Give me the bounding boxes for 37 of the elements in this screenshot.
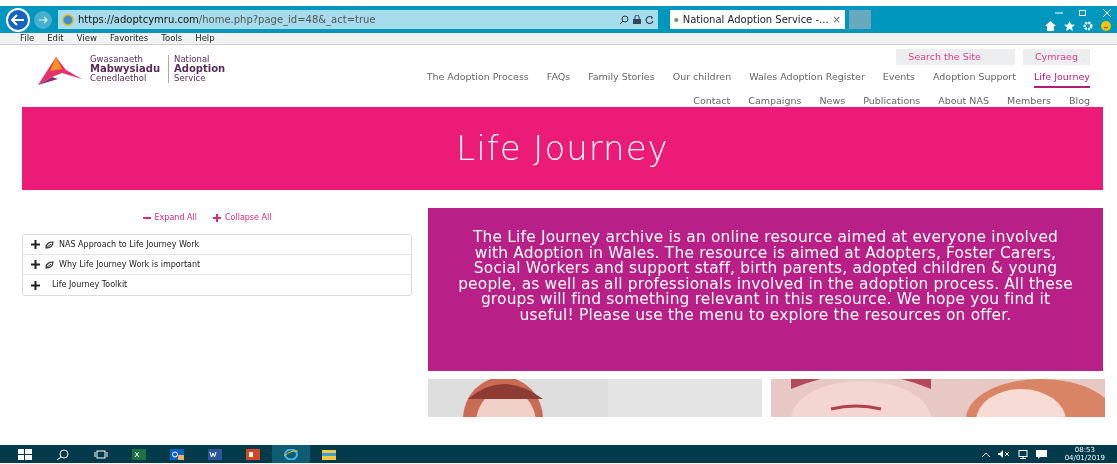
accordion-item[interactable]: Life Journey Toolkit <box>23 275 411 295</box>
nav-link[interactable]: Life Journey <box>1034 70 1090 88</box>
accordion-item[interactable]: Why Life Journey Work is important <box>23 255 411 275</box>
toggle-link[interactable]: Collapse All <box>212 212 272 224</box>
menu-item[interactable]: Favorites <box>109 33 149 44</box>
logo-text: National Adoption Service <box>168 55 226 83</box>
logo-text: Gwasanaeth Mabwysiadu Cenedlaethol <box>90 55 161 83</box>
intro-text: The Life Journey archive is an online resource aimed at everyone involved with Adoption in Wales. The resource is aimed at Adopters, Foster Carers, Social Workers and support staff, birth parents, adopted children & young people, as well as all professionals involved in the adoption process. All these groups will find something relevant in this resource. We hope you find it useful! Please use the menu to explore the resources on offer. <box>428 208 1103 371</box>
page-banner: Life Journey <box>22 107 1103 190</box>
nav-link[interactable]: Contact <box>693 94 731 107</box>
nav-link[interactable]: News <box>819 94 846 107</box>
menu-item[interactable]: Help <box>195 33 215 44</box>
nav-link[interactable]: Our children <box>672 70 732 88</box>
nav-link[interactable]: Members <box>1006 94 1051 107</box>
accordion-item[interactable]: NAS Approach to Life Journey Work <box>23 235 411 255</box>
nav-link[interactable]: Wales Adoption Register <box>749 70 865 88</box>
menu-item[interactable]: File <box>20 33 35 44</box>
tab-title: National Adoption Service -... <box>682 13 829 27</box>
close-tab-button[interactable]: × <box>832 12 841 27</box>
nav-link[interactable]: Publications <box>863 94 921 107</box>
url-text: https://adoptcymru.com/home.php?page_id=48&_act=true <box>78 13 376 27</box>
browser-tab[interactable]: National Adoption Service -... × <box>670 10 845 29</box>
menu-item[interactable]: View <box>76 33 97 44</box>
toggle-link[interactable]: Expand All <box>142 212 197 224</box>
nav-link[interactable]: FAQs <box>546 70 571 88</box>
nav-link[interactable]: Blog <box>1069 94 1090 107</box>
utility-link[interactable]: Cymraeg <box>1022 49 1090 65</box>
nav-link[interactable]: Adoption Support <box>933 70 1016 88</box>
menu-item[interactable]: Edit <box>47 33 64 44</box>
nav-link[interactable]: Campaigns <box>748 94 802 107</box>
menu-item[interactable]: Tools <box>161 33 183 44</box>
utility-link[interactable]: Search the Site <box>896 49 1015 65</box>
nav-link[interactable]: About NAS <box>938 94 989 107</box>
nav-link[interactable]: The Adoption Process <box>426 70 529 88</box>
nav-link[interactable]: Events <box>882 70 915 88</box>
nav-link[interactable]: Family Stories <box>588 70 655 88</box>
address-bar[interactable]: https://adoptcymru.com/home.php?page_id=48&_act=true <box>58 10 658 29</box>
